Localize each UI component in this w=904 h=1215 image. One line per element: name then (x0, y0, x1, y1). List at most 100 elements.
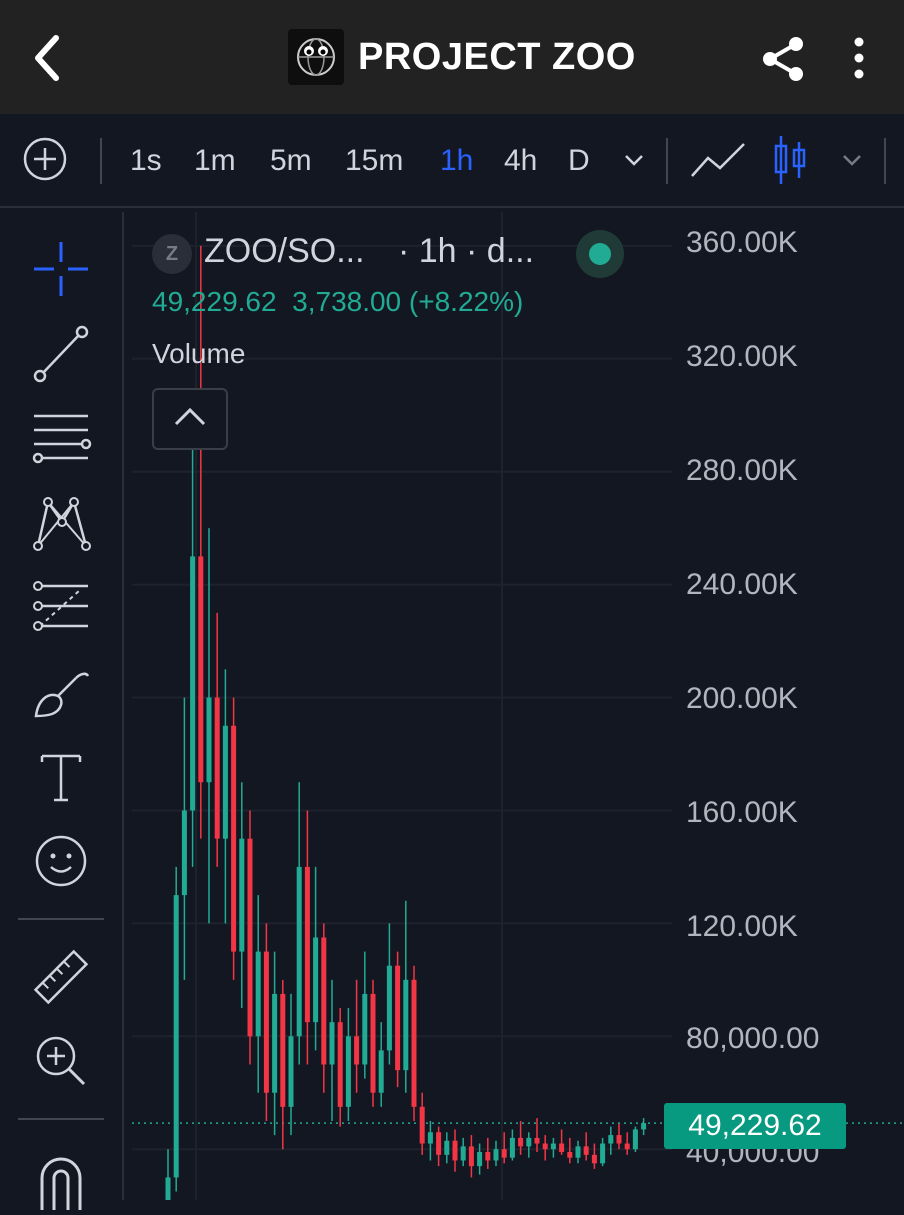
timeframe-d[interactable]: D (568, 138, 590, 184)
candle (214, 612, 220, 867)
candle (419, 1092, 425, 1155)
pattern-tool-button[interactable] (30, 492, 92, 554)
candle-body (518, 1137, 524, 1147)
candle (583, 1132, 589, 1161)
candle (550, 1137, 556, 1158)
candle-body (247, 838, 253, 1037)
back-button[interactable] (28, 32, 68, 84)
forecast-tool-button[interactable] (30, 576, 92, 638)
line-chart-type-button[interactable] (690, 138, 746, 184)
candle-body (190, 556, 196, 811)
candle-body (444, 1140, 450, 1155)
candle (600, 1137, 606, 1167)
candle-body (362, 993, 368, 1065)
chevron-down-icon (843, 155, 861, 166)
candle-body (198, 556, 204, 783)
candle-body (419, 1106, 425, 1144)
ruler-icon (33, 949, 89, 1005)
market-status-indicator (576, 230, 624, 278)
add-symbol-button[interactable] (22, 136, 68, 182)
fib-retracement-tool-button[interactable] (30, 408, 92, 470)
timeframe-15m[interactable]: 15m (345, 138, 403, 184)
crosshair-icon (34, 242, 88, 296)
candle (362, 951, 368, 1079)
candle-body (313, 937, 319, 1023)
chevron-down-icon (625, 155, 643, 166)
text-icon (40, 754, 82, 802)
price-change-value: 3,738.00 (+8.22%) (292, 286, 524, 317)
candle (337, 1008, 343, 1127)
price-axis-label: 200.00K (686, 682, 798, 715)
candle (304, 810, 310, 1065)
emoji-tool-button[interactable] (30, 830, 92, 892)
drawing-tools-sidebar (0, 212, 124, 1210)
toolbar-divider (100, 138, 102, 184)
line-chart-icon (691, 143, 745, 177)
collapse-legend-button[interactable] (152, 388, 228, 450)
symbol-name[interactable]: ZOO/SO... (204, 232, 365, 271)
crosshair-tool-button[interactable] (30, 238, 92, 300)
candle (460, 1137, 466, 1167)
live-dot-icon (589, 243, 611, 265)
candle (222, 669, 228, 924)
chevron-up-icon (174, 407, 206, 426)
candle (288, 993, 294, 1136)
candle-chart-type-button[interactable] (772, 134, 808, 186)
candle-body (411, 979, 417, 1107)
price-axis-label: 320.00K (686, 340, 798, 373)
candle-body (378, 1050, 384, 1093)
candle (444, 1132, 450, 1164)
candle (608, 1126, 614, 1155)
candle (263, 923, 269, 1121)
zoo-logo-icon (297, 38, 335, 76)
timeframe-dropdown[interactable] (620, 148, 648, 172)
chart-type-dropdown[interactable] (838, 148, 866, 172)
candle (542, 1135, 548, 1161)
zoom-in-tool-button[interactable] (30, 1030, 92, 1092)
candle (370, 979, 376, 1107)
candle (321, 923, 327, 1093)
timeframe-1s[interactable]: 1s (130, 138, 162, 184)
candle (272, 951, 278, 1136)
timeframe-5m[interactable]: 5m (270, 138, 312, 184)
plus-circle-icon (23, 137, 67, 181)
timeframe-4h[interactable]: 4h (504, 138, 537, 184)
text-tool-button[interactable] (30, 746, 92, 808)
candle (395, 951, 401, 1088)
symbol-interval[interactable]: · 1h · d... (398, 232, 534, 271)
candle-body (583, 1146, 589, 1155)
timeframe-1h[interactable]: 1h (440, 138, 473, 184)
candle-body (526, 1137, 532, 1147)
price-axis-label: 280.00K (686, 454, 798, 487)
magnet-tool-button[interactable] (30, 1148, 92, 1210)
brush-icon (34, 672, 90, 718)
candle (485, 1137, 491, 1169)
measure-tool-button[interactable] (30, 946, 92, 1008)
candle (632, 1126, 638, 1153)
trend-line-tool-button[interactable] (30, 322, 92, 384)
brush-tool-button[interactable] (30, 662, 92, 724)
candle (452, 1129, 458, 1172)
share-button[interactable] (758, 34, 808, 84)
candle-body (550, 1143, 556, 1150)
project-logo (288, 29, 344, 85)
price-axis-label: 240.00K (686, 568, 798, 601)
candle-body (206, 697, 212, 783)
more-options-button[interactable] (846, 36, 872, 82)
candle (255, 895, 261, 1093)
timeframe-1m[interactable]: 1m (194, 138, 236, 184)
app-header: PROJECT ZOO (0, 0, 904, 114)
candle-body (452, 1140, 458, 1161)
current-price-tag: 49,229.62 (664, 1103, 846, 1149)
candle-body (534, 1137, 540, 1144)
smiley-icon (35, 835, 87, 887)
candle-body (427, 1132, 433, 1144)
forecast-icon (33, 581, 88, 631)
candle-body (567, 1152, 573, 1158)
volume-indicator-label[interactable]: Volume (152, 338, 245, 370)
candle-body (296, 866, 302, 1037)
more-vertical-icon (854, 37, 864, 79)
candle-body (173, 895, 179, 1178)
candle (641, 1118, 647, 1136)
candlestick-icon (774, 136, 806, 184)
